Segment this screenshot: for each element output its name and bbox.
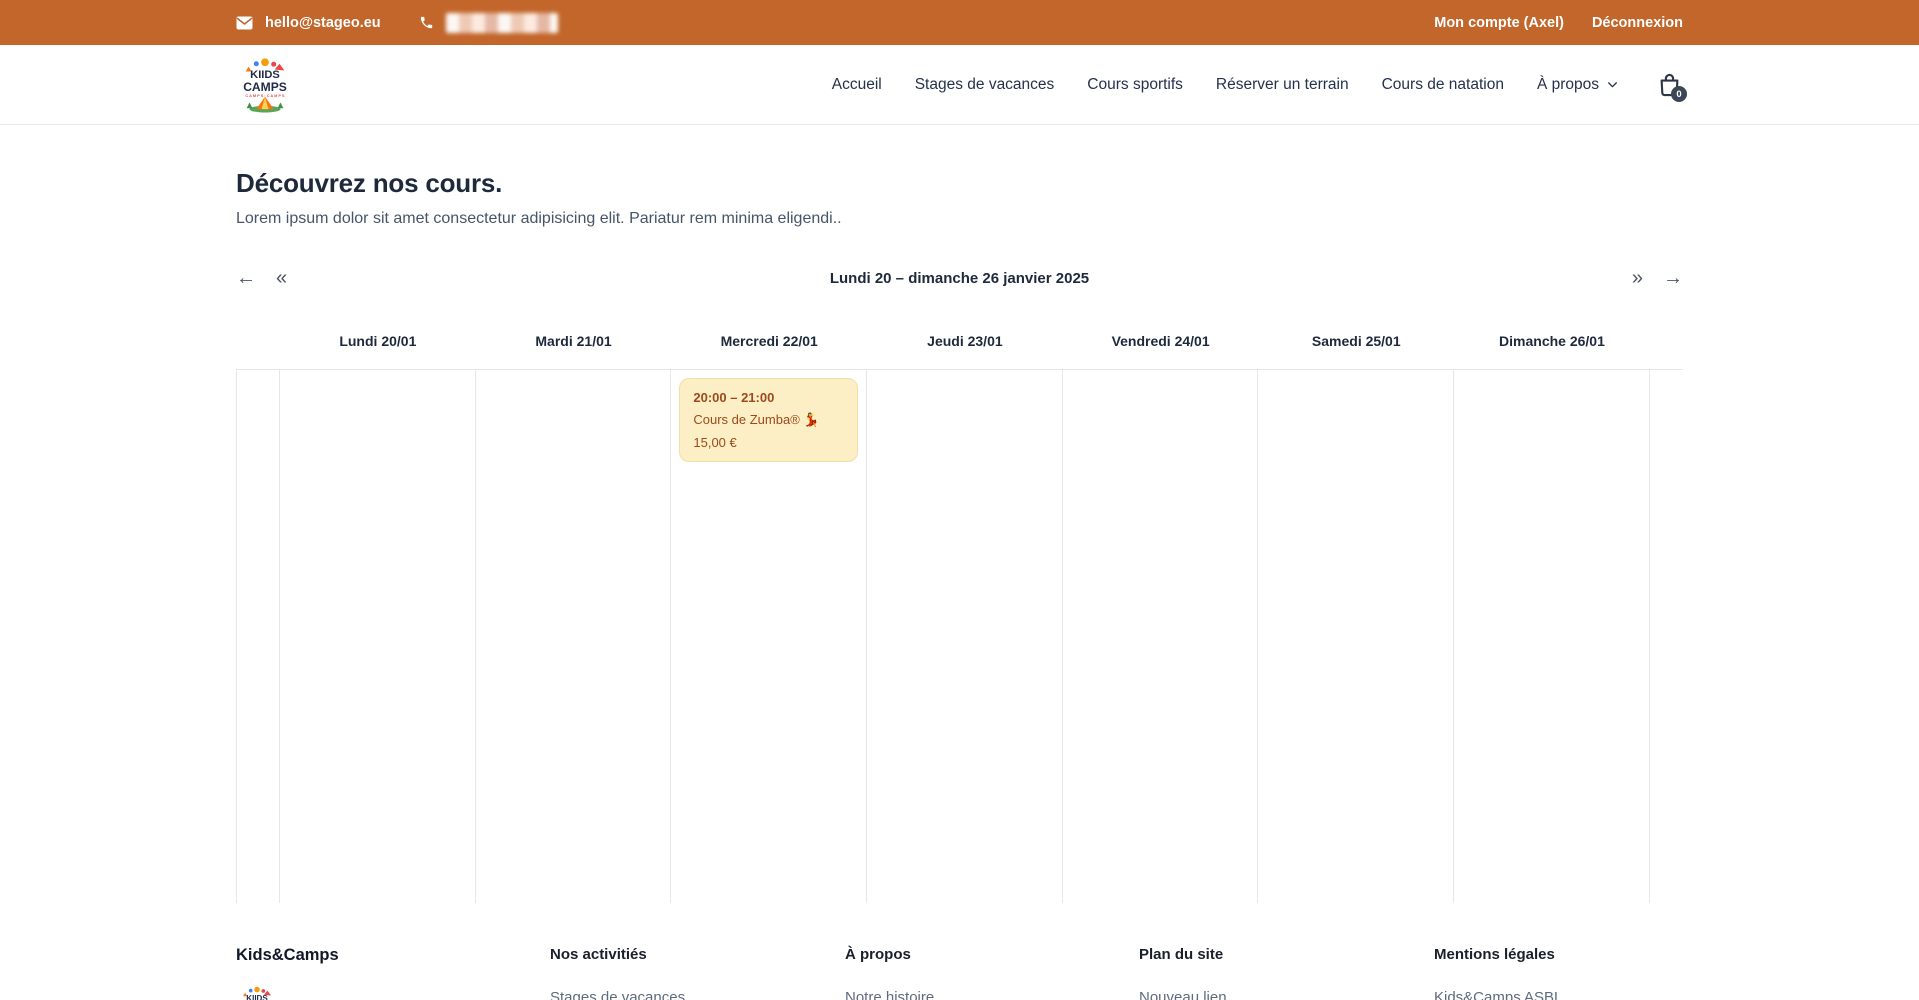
day-header-mardi: Mardi 21/01 xyxy=(535,333,612,349)
footer-link-kidscamps-asbl[interactable]: Kids&Camps ASBL xyxy=(1434,989,1683,1000)
topbar: hello@stageo.eu Mon compte (Axel) Déconn… xyxy=(0,0,1919,45)
calendar-column-vendredi xyxy=(1063,370,1259,903)
page-title: Découvrez nos cours. xyxy=(236,168,503,198)
nav-item-reserver-un-terrain[interactable]: Réserver un terrain xyxy=(1216,76,1349,94)
footer-col-title-plan-du-site: Plan du site xyxy=(1139,946,1224,963)
calendar-column-mardi xyxy=(476,370,672,903)
footer-col-title-activites: Nos activitiés xyxy=(550,946,647,963)
account-link[interactable]: Mon compte (Axel) xyxy=(1434,15,1564,31)
nav-dropdown-label: À propos xyxy=(1536,75,1599,93)
day-header-lundi: Lundi 20/01 xyxy=(339,333,417,349)
event-price: 15,00 € xyxy=(693,435,737,450)
svg-text:KIIDS: KIIDS xyxy=(246,994,268,1000)
chevron-down-icon xyxy=(1606,78,1619,91)
event-title: Cours de Zumba® 💃 xyxy=(693,412,820,427)
main-content: Découvrez nos cours. Lorem ipsum dolor s… xyxy=(236,125,1683,1000)
week-range-label: Lundi 20 – dimanche 26 janvier 2025 xyxy=(829,269,1090,287)
calendar-gutter xyxy=(236,370,280,903)
day-header-dimanche: Dimanche 26/01 xyxy=(1499,333,1605,349)
cart-count-badge: 0 xyxy=(1671,86,1687,102)
phone-icon xyxy=(419,15,434,30)
event-time: 20:00 – 21:00 xyxy=(693,390,775,405)
nav-item-accueil[interactable]: Accueil xyxy=(832,76,882,94)
site-logo[interactable]: KIIDS CAMPS C A M P S · C A M P S xyxy=(236,56,294,114)
page-subtitle: Lorem ipsum dolor sit amet consectetur a… xyxy=(236,210,842,227)
phone-contact[interactable] xyxy=(419,12,558,33)
phone-number-redacted xyxy=(445,12,558,33)
footer-link-notre-histoire[interactable]: Notre histoire xyxy=(845,989,1139,1000)
calendar-grid: 20:00 – 21:00 Cours de Zumba® 💃 15,00 € xyxy=(236,369,1683,903)
calendar-column-dimanche xyxy=(1454,370,1650,903)
day-header-jeudi: Jeudi 23/01 xyxy=(927,333,1003,349)
calendar-column-mercredi: 20:00 – 21:00 Cours de Zumba® 💃 15,00 € xyxy=(671,370,868,903)
nav-dropdown-a-propos[interactable]: À propos xyxy=(1537,76,1619,94)
calendar-column-samedi xyxy=(1258,370,1455,903)
calendar-column-jeudi xyxy=(867,370,1063,903)
footer-link-nouveau-lien[interactable]: Nouveau lien xyxy=(1139,989,1434,1000)
footer: Kids&Camps KIIDS CAMPS xyxy=(236,946,1683,1000)
day-header-vendredi: Vendredi 24/01 xyxy=(1111,333,1210,349)
email-contact[interactable]: hello@stageo.eu xyxy=(236,15,381,31)
logout-link[interactable]: Déconnexion xyxy=(1592,15,1683,31)
next-fast-arrow-icon[interactable]: » xyxy=(1632,264,1643,292)
event-card-zumba[interactable]: 20:00 – 21:00 Cours de Zumba® 💃 15,00 € xyxy=(679,378,859,462)
footer-col-title-mentions-legales: Mentions légales xyxy=(1434,946,1555,963)
nav-item-stages-de-vacances[interactable]: Stages de vacances xyxy=(915,76,1055,94)
calendar-column-lundi xyxy=(280,370,476,903)
main-nav: Accueil Stages de vacances Cours sportif… xyxy=(832,71,1687,102)
email-text: hello@stageo.eu xyxy=(265,14,381,31)
site-header: KIIDS CAMPS C A M P S · C A M P S Accuei… xyxy=(0,45,1919,125)
calendar-day-headers: Lundi 20/01 Mardi 21/01 Mercredi 22/01 J… xyxy=(236,327,1683,355)
day-header-samedi: Samedi 25/01 xyxy=(1311,333,1401,349)
footer-brand: Kids&Camps xyxy=(236,946,339,964)
week-navigation: Lundi 20 – dimanche 26 janvier 2025 ← « … xyxy=(236,264,1683,292)
nav-item-cours-sportifs[interactable]: Cours sportifs xyxy=(1087,76,1183,94)
prev-fast-arrow-icon[interactable]: « xyxy=(276,264,287,292)
footer-logo: KIIDS CAMPS xyxy=(236,965,550,1000)
next-week-arrow-icon[interactable]: → xyxy=(1663,264,1683,292)
nav-item-cours-de-natation[interactable]: Cours de natation xyxy=(1382,76,1504,94)
svg-text:CAMPS: CAMPS xyxy=(243,79,287,93)
email-icon xyxy=(236,16,253,30)
cart-button[interactable]: 0 xyxy=(1656,71,1687,102)
footer-col-title-a-propos: À propos xyxy=(845,946,911,963)
prev-week-arrow-icon[interactable]: ← xyxy=(236,264,256,292)
footer-link-stages-de-vacances[interactable]: Stages de vacances xyxy=(550,989,845,1000)
day-header-mercredi: Mercredi 22/01 xyxy=(720,333,818,349)
